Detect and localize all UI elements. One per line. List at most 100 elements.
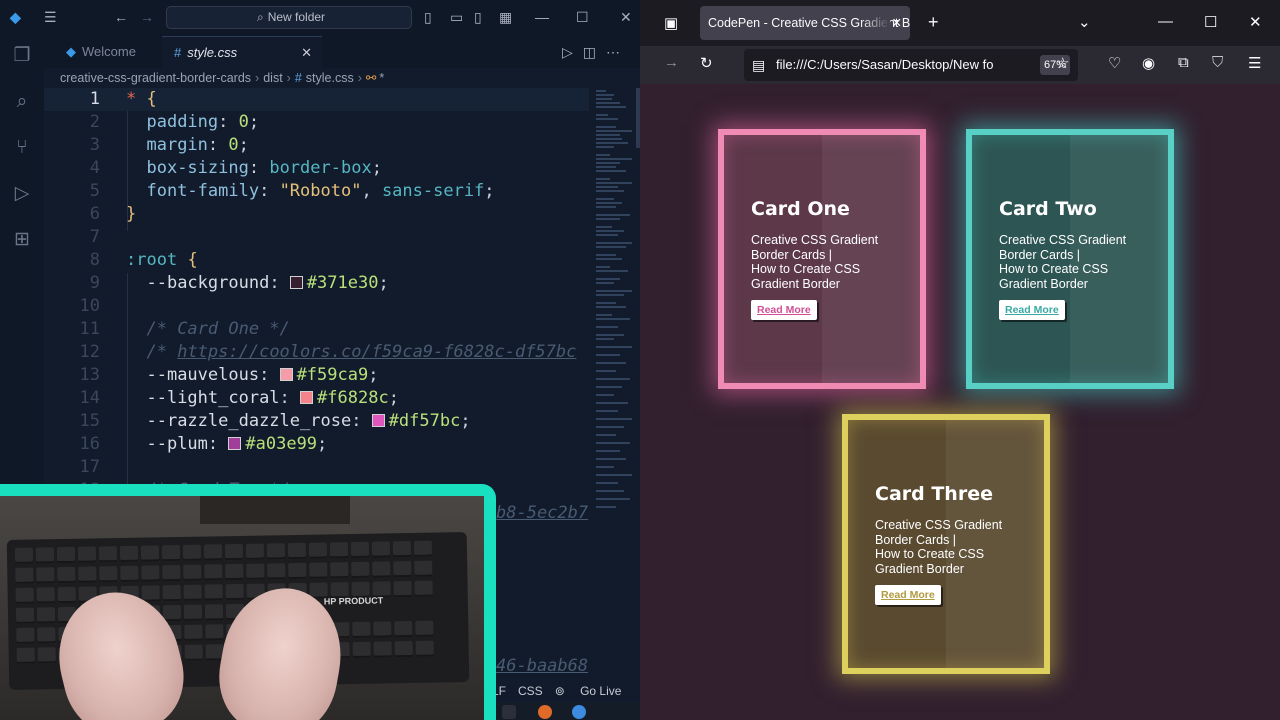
- status-language[interactable]: CSS: [518, 684, 543, 698]
- back-arrow-icon[interactable]: ←: [114, 9, 128, 25]
- code-token: font-family: [146, 181, 260, 201]
- shield-icon[interactable]: ⛉: [1212, 54, 1223, 71]
- browser-tab-codepen[interactable]: CodePen - Creative CSS Gradient Bo ✕: [700, 6, 910, 40]
- bookmark-star-icon[interactable]: ☆: [1056, 54, 1069, 72]
- search-icon[interactable]: ⌕: [10, 90, 34, 114]
- color-swatch[interactable]: [371, 414, 385, 427]
- selector-icon: ⚯: [365, 71, 377, 85]
- code-line: 11 /* Card One */: [44, 318, 589, 341]
- extensions-icon[interactable]: ⊞: [10, 228, 34, 252]
- more-actions-icon[interactable]: ⋯: [606, 44, 630, 60]
- account-icon[interactable]: ◉: [1142, 54, 1155, 72]
- card-text: Creative CSS Gradient Border Cards | How t…: [999, 233, 1127, 291]
- tab-list-icon[interactable]: ▣: [664, 14, 678, 32]
- source-control-icon[interactable]: ⑂: [10, 136, 34, 160]
- new-tab-icon[interactable]: +: [928, 12, 939, 33]
- menu-icon[interactable]: ☰: [44, 9, 57, 26]
- tab-style-css[interactable]: # style.css ✕: [162, 36, 322, 68]
- taskbar-app-icon[interactable]: [502, 705, 516, 719]
- code-token: --background: [146, 273, 270, 293]
- run-icon[interactable]: ▷: [562, 44, 583, 60]
- reload-icon[interactable]: ↻: [700, 54, 713, 72]
- breadcrumb-folder[interactable]: creative-css-gradient-border-cards: [60, 71, 251, 85]
- css-file-icon: #: [294, 71, 302, 85]
- close-window-icon[interactable]: ✕: [1249, 13, 1262, 31]
- color-swatch[interactable]: [289, 276, 303, 289]
- extensions-icon[interactable]: ⧉: [1178, 54, 1189, 71]
- toggle-sidebar-icon[interactable]: ▯: [424, 9, 432, 26]
- read-more-button[interactable]: Read More: [999, 300, 1065, 320]
- maximize-icon[interactable]: ☐: [576, 9, 589, 26]
- screen: ◆ ☰ ← → ⌕ New folder ▯ ▭ ▯ ▦ — ☐ ✕ ❐ ⌕ ⑂ …: [0, 0, 1280, 720]
- toggle-secondary-sidebar-icon[interactable]: ▯: [474, 9, 482, 26]
- code-line: 10: [44, 295, 589, 318]
- code-token: --plum: [146, 434, 208, 454]
- firefox-icon[interactable]: [538, 705, 552, 719]
- breadcrumb-symbol[interactable]: *: [379, 71, 384, 85]
- minimize-icon[interactable]: —: [535, 9, 549, 25]
- read-more-button[interactable]: Read More: [875, 585, 941, 605]
- code-line: 7: [44, 226, 589, 249]
- line-number: 5: [89, 181, 100, 201]
- code-line: 3 margin: 0;: [44, 134, 589, 157]
- code-link[interactable]: 46-baab68: [496, 656, 588, 676]
- code-token: sans-serif: [381, 181, 485, 201]
- breadcrumb-folder[interactable]: dist: [263, 71, 282, 85]
- toggle-panel-icon[interactable]: ▭: [450, 9, 463, 26]
- minimize-icon[interactable]: —: [1158, 13, 1173, 30]
- close-tab-icon[interactable]: ✕: [892, 6, 902, 40]
- editor-actions: ▷◫⋯: [562, 36, 630, 68]
- code-link[interactable]: b8-5ec2b7: [496, 503, 588, 523]
- explorer-icon[interactable]: ❐: [10, 44, 34, 68]
- code-token: box-sizing: [146, 158, 249, 178]
- status-go-live[interactable]: ⊚ Go Live: [555, 684, 634, 698]
- breadcrumb-file[interactable]: style.css: [306, 71, 354, 85]
- code-token: margin: [146, 135, 208, 155]
- tab-welcome[interactable]: ◆ Welcome: [54, 36, 162, 68]
- run-debug-icon[interactable]: ▷: [10, 182, 34, 206]
- breadcrumb: creative-css-gradient-border-cards › dist ›…: [60, 68, 384, 88]
- minimap[interactable]: [590, 88, 638, 518]
- forward-arrow-icon[interactable]: →: [664, 54, 679, 71]
- close-window-icon[interactable]: ✕: [620, 9, 632, 26]
- code-comment: /*: [146, 342, 178, 362]
- command-center-search[interactable]: ⌕ New folder: [166, 6, 412, 29]
- line-number: 11: [79, 319, 100, 339]
- color-swatch[interactable]: [228, 437, 242, 450]
- code-line-partial: b8-5ec2b7: [496, 502, 589, 525]
- code-link[interactable]: https://coolors.co/f59ca9-f6828c-df57bc: [177, 342, 576, 362]
- taskbar: [480, 702, 640, 720]
- code-token: #a03e99: [245, 434, 318, 454]
- color-swatch[interactable]: [279, 368, 293, 381]
- maximize-icon[interactable]: ☐: [1204, 13, 1217, 31]
- split-editor-icon[interactable]: ◫: [583, 44, 606, 60]
- chrome-icon[interactable]: [572, 705, 586, 719]
- code-line: 9 --background: #371e30;: [44, 272, 589, 295]
- code-line: 1 * {: [44, 88, 589, 111]
- line-number: 16: [79, 434, 100, 454]
- menu-icon[interactable]: ☰: [1248, 54, 1261, 72]
- forward-arrow-icon[interactable]: →: [140, 9, 154, 25]
- line-number: 2: [89, 112, 100, 132]
- customize-layout-icon[interactable]: ▦: [499, 9, 512, 26]
- code-token: :root: [126, 250, 178, 270]
- url-bar[interactable]: ▤ file:///C:/Users/Sasan/Desktop/New fo …: [744, 49, 1078, 81]
- color-swatch[interactable]: [300, 391, 314, 404]
- code-line: 17: [44, 456, 589, 479]
- code-line: 15 --razzle_dazzle_rose: #df57bc;: [44, 410, 589, 433]
- chevron-down-icon[interactable]: ⌄: [1078, 13, 1091, 31]
- code-line: 4 box-sizing: border-box;: [44, 157, 589, 180]
- line-number: 8: [89, 250, 100, 270]
- card-two: Card Two Creative CSS Gradient Border Car…: [966, 129, 1174, 389]
- close-tab-icon[interactable]: ✕: [301, 37, 312, 69]
- code-line: 8 :root {: [44, 249, 589, 272]
- code-token: {: [187, 250, 198, 270]
- read-more-button[interactable]: Read More: [751, 300, 817, 320]
- pocket-icon[interactable]: ♡: [1108, 54, 1121, 72]
- firefox-window: ▣ CodePen - Creative CSS Gradient Bo ✕ +…: [640, 0, 1280, 720]
- code-token: 0: [238, 112, 249, 132]
- code-line: 2 padding: 0;: [44, 111, 589, 134]
- status-bar: LFCSS⊚ Go Live🔔︎: [480, 680, 640, 702]
- webcam-video: HP PRODUCT: [0, 496, 484, 720]
- code-token: --razzle_dazzle_rose: [146, 411, 352, 431]
